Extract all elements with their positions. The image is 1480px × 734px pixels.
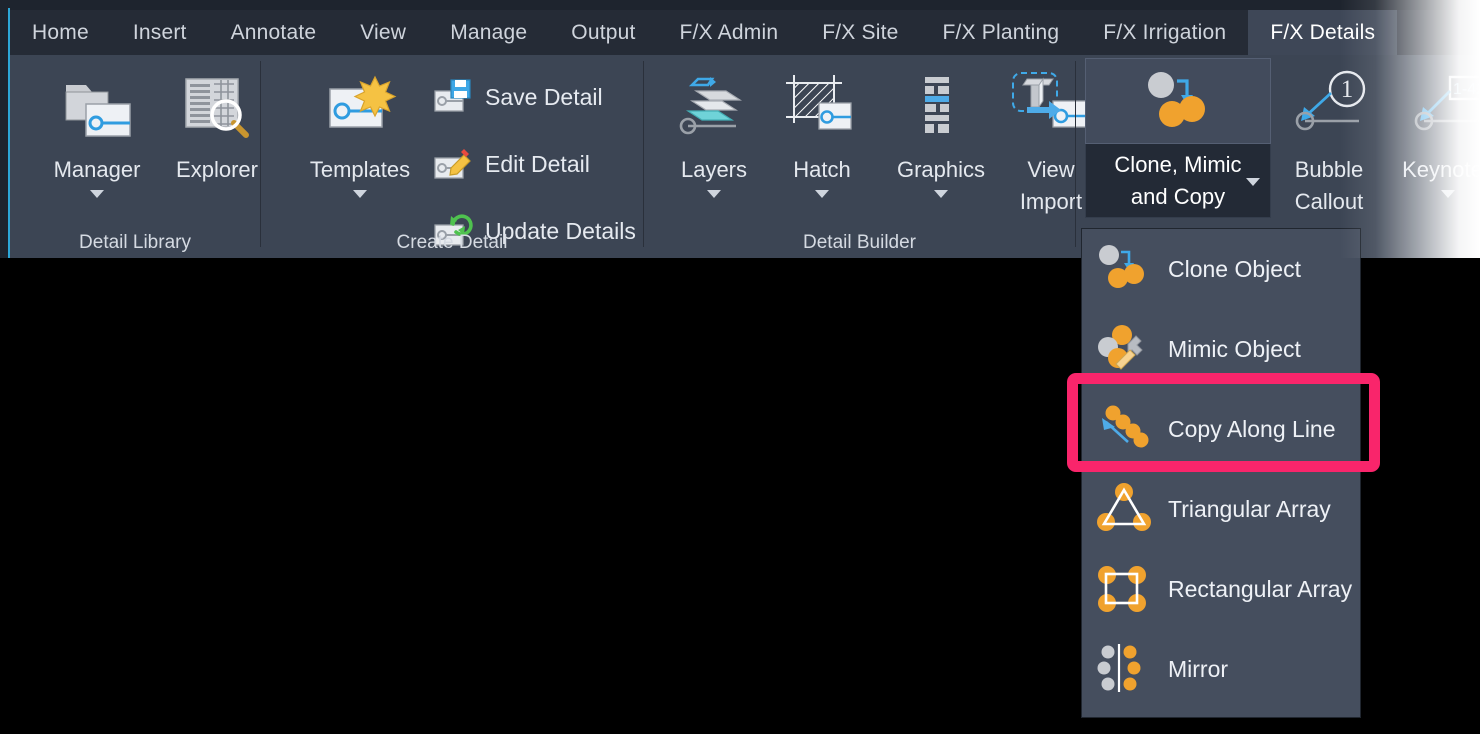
tab-label: View [360, 20, 407, 44]
tab-label: Home [32, 20, 89, 44]
button-label: Keynotes [1402, 157, 1480, 182]
tab-output[interactable]: Output [549, 10, 657, 55]
chevron-down-icon[interactable] [707, 190, 721, 199]
graphics-icon [911, 61, 971, 153]
panel-detail-library: Manager Explorer Detail Library [10, 55, 260, 258]
button-label: Manager [53, 157, 141, 182]
table-search-icon [180, 61, 254, 153]
button-clone-mimic-and-copy[interactable]: Clone, Mimic and Copy [1085, 58, 1271, 218]
panel-title-create-detail: Create Detail [396, 232, 508, 253]
menu-item-label: Rectangular Array [1168, 575, 1353, 602]
menu-item-mirror[interactable]: Mirror [1082, 629, 1360, 709]
menu-item-copy-along-line[interactable]: Copy Along Line [1082, 389, 1360, 469]
button-label-2: and Copy [1130, 183, 1226, 209]
rectangular-array-icon [1096, 561, 1152, 617]
button-label: Bubble [1294, 157, 1364, 182]
tab-label: Output [571, 20, 636, 44]
tab-label: F/X Details [1270, 20, 1376, 44]
tab-home[interactable]: Home [10, 10, 111, 55]
chevron-down-icon[interactable] [90, 190, 104, 199]
panel-title-detail-library: Detail Library [79, 232, 191, 253]
button-save-detail[interactable]: Save Detail [433, 75, 603, 119]
button-layers[interactable]: Layers [654, 61, 774, 199]
panel-title-detail-builder: Detail Builder [803, 232, 916, 253]
button-label-2: Import [1019, 189, 1083, 215]
folder-detail-icon [58, 61, 136, 153]
tab-label: F/X Site [822, 20, 899, 44]
edit-detail-icon [433, 146, 473, 182]
copy-along-line-icon [1096, 401, 1152, 457]
menu-item-label: Mirror [1168, 655, 1229, 682]
tab-label: Manage [450, 20, 528, 44]
tab-label: Insert [132, 20, 187, 44]
button-edit-detail[interactable]: Edit Detail [433, 142, 590, 186]
tab-label: Annotate [230, 20, 317, 44]
ribbon: Home Insert Annotate View Manage Output … [0, 0, 1480, 258]
tab-label: F/X Planting [942, 20, 1060, 44]
screenshot-root: Home Insert Annotate View Manage Output … [0, 0, 1480, 734]
button-keynotes[interactable]: 1-42 Keynotes [1388, 61, 1480, 199]
button-label: Layers [680, 157, 748, 182]
chevron-down-icon[interactable] [815, 190, 829, 199]
button-graphics[interactable]: Graphics [876, 61, 1006, 199]
clone-mimic-copy-dropdown-menu: Clone Object Mimic Object Copy Along Lin… [1081, 228, 1361, 718]
button-label: Edit Detail [485, 150, 590, 177]
button-label: Hatch [793, 157, 851, 182]
clone-object-icon [1096, 241, 1152, 297]
button-label: Clone, Mimic [1114, 152, 1242, 178]
tab-fx-irrigation[interactable]: F/X Irrigation [1081, 10, 1248, 55]
hatch-icon [781, 61, 863, 153]
tab-label: F/X Admin [679, 20, 779, 44]
button-hatch[interactable]: Hatch [762, 61, 882, 199]
button-label: Explorer [176, 157, 258, 182]
triangular-array-icon [1096, 481, 1152, 537]
chevron-down-icon[interactable] [1246, 177, 1260, 186]
bubble-callout-number: 1 [1341, 76, 1354, 103]
tab-fx-site[interactable]: F/X Site [800, 10, 920, 55]
ribbon-tab-bar: Home Insert Annotate View Manage Output … [10, 10, 1480, 55]
menu-item-mimic-object[interactable]: Mimic Object [1082, 309, 1360, 389]
button-label: Templates [309, 157, 411, 182]
tab-insert[interactable]: Insert [111, 10, 209, 55]
button-label: Save Detail [485, 83, 603, 110]
menu-item-label: Copy Along Line [1168, 415, 1336, 442]
tab-fx-details[interactable]: F/X Details [1248, 10, 1398, 55]
tab-view[interactable]: View [338, 10, 428, 55]
button-label-2: Callout [1294, 189, 1364, 215]
save-detail-icon [433, 79, 473, 115]
panel-detail-builder: Layers Hatch Graphics View Import Detail… [644, 55, 1088, 258]
tab-manage[interactable]: Manage [428, 10, 549, 55]
chevron-down-icon[interactable] [934, 190, 948, 199]
bubble-callout-icon: 1 [1285, 61, 1373, 153]
menu-item-triangular-array[interactable]: Triangular Array [1082, 469, 1360, 549]
keynotes-icon: 1-42 [1402, 61, 1480, 153]
panel-create-detail: Templates Save Detail Edit Detail Update… [261, 55, 643, 258]
tab-fx-planting[interactable]: F/X Planting [921, 10, 1082, 55]
button-bubble-callout[interactable]: 1 Bubble Callout [1274, 61, 1384, 218]
menu-item-label: Mimic Object [1168, 335, 1301, 362]
mimic-object-icon [1096, 321, 1152, 377]
chevron-down-icon[interactable] [353, 190, 367, 199]
menu-item-label: Clone Object [1168, 255, 1301, 282]
detail-star-icon [320, 61, 400, 153]
chevron-down-icon[interactable] [1441, 190, 1455, 199]
button-label: Graphics [896, 157, 986, 182]
menu-item-label: Triangular Array [1168, 495, 1331, 522]
tab-fx-admin[interactable]: F/X Admin [658, 10, 801, 55]
button-explorer[interactable]: Explorer [162, 61, 272, 185]
ribbon-tabs: Home Insert Annotate View Manage Output … [10, 10, 1398, 55]
button-manager[interactable]: Manager [32, 61, 162, 199]
clone-mimic-copy-icon [1085, 58, 1271, 144]
mirror-icon [1096, 641, 1152, 697]
menu-item-rectangular-array[interactable]: Rectangular Array [1082, 549, 1360, 629]
tab-label: F/X Irrigation [1103, 20, 1227, 44]
layers-icon [674, 61, 754, 153]
menu-item-clone-object[interactable]: Clone Object [1082, 229, 1360, 309]
keynotes-range: 1-42 [1453, 81, 1480, 98]
button-templates[interactable]: Templates [285, 61, 435, 199]
button-label: View [1027, 157, 1075, 182]
tab-annotate[interactable]: Annotate [209, 10, 339, 55]
